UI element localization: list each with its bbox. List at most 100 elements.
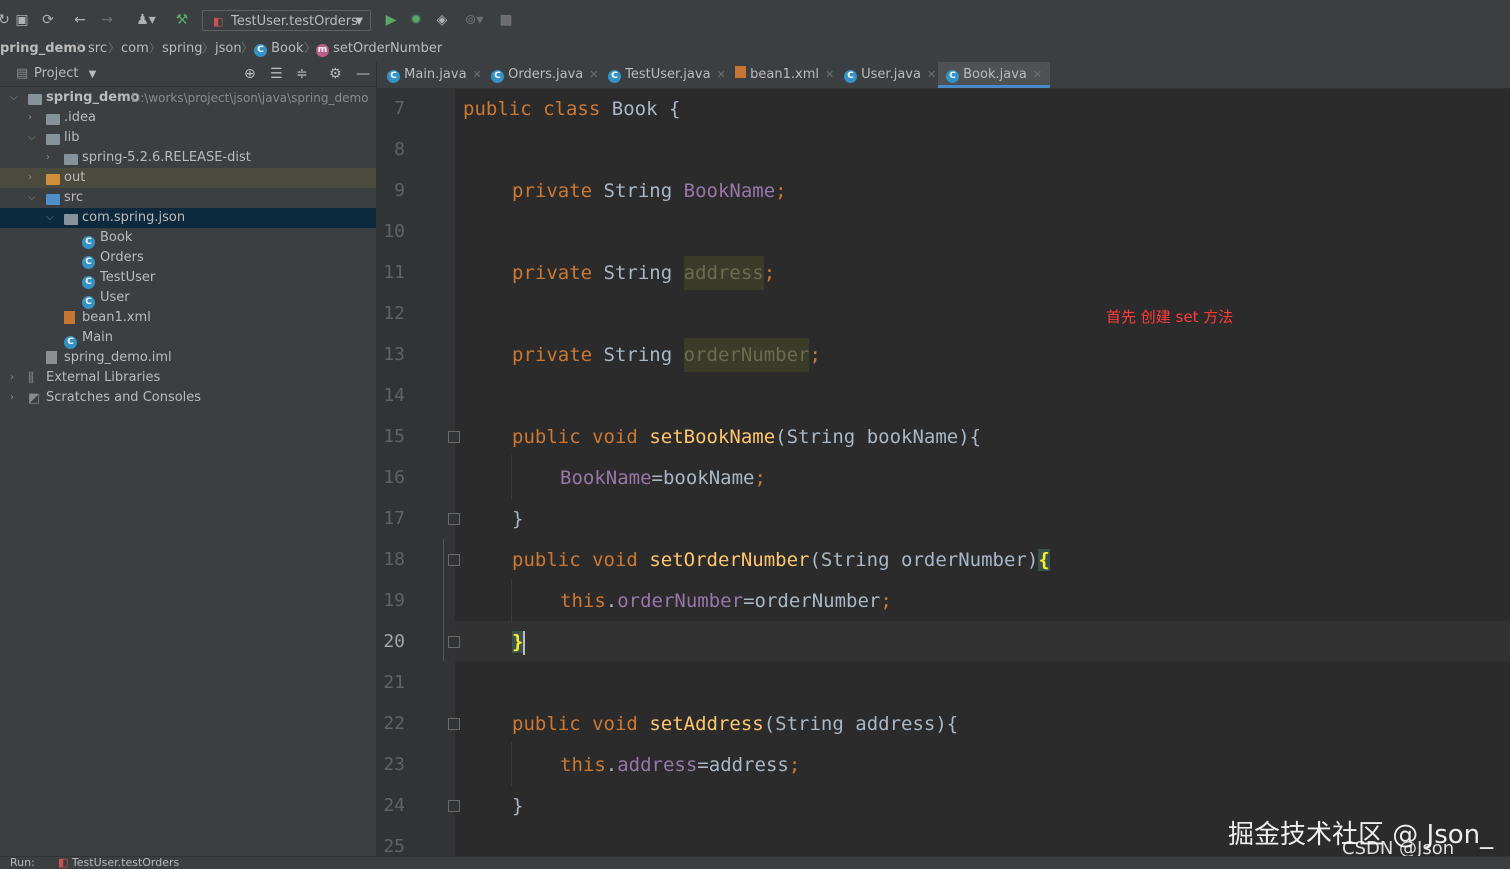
breadcrumb-book[interactable]: C Book: [254, 40, 304, 57]
code-line-15: public void setBookName(String bookName)…: [512, 426, 982, 448]
gear-icon[interactable]: ⚙: [329, 62, 342, 86]
code-editor[interactable]: 7 8 9 10 11 12 13 14 15 16 17 18 19 20 2…: [377, 89, 1510, 857]
collapse-all-icon[interactable]: ≑: [296, 62, 308, 86]
code-line-17: }: [512, 508, 524, 530]
chevron-right-icon: 〉: [304, 41, 317, 55]
tree-item-orders[interactable]: C Orders: [0, 248, 376, 269]
tab-orders-java[interactable]: C Orders.java ✕: [491, 62, 598, 88]
run-config-tab-label: TestUser.testOrders: [71, 856, 180, 869]
tree-item-label: .idea: [64, 110, 96, 125]
breadcrumb-src[interactable]: src: [88, 40, 107, 57]
chevron-right-icon: 〉: [241, 41, 254, 55]
code-line-7: public class Book {: [463, 98, 681, 120]
run-icon[interactable]: ▶: [381, 10, 401, 30]
close-icon[interactable]: ✕: [589, 68, 598, 81]
tree-item-book[interactable]: C Book: [0, 228, 376, 249]
breadcrumb-project[interactable]: pring_demo: [0, 40, 86, 57]
close-icon[interactable]: ✕: [927, 68, 936, 81]
tree-item-iml[interactable]: spring_demo.iml: [0, 348, 376, 368]
line-number: 13: [383, 344, 405, 365]
run-config-tab[interactable]: ◧ TestUser.testOrders: [58, 857, 179, 869]
close-icon[interactable]: ✕: [1033, 68, 1042, 81]
line-number: 25: [383, 836, 405, 857]
text-cursor: [523, 630, 526, 655]
code-line-24: }: [512, 795, 524, 817]
tab-user-java[interactable]: C User.java ✕: [844, 62, 936, 88]
user-dropdown-icon[interactable]: ♟▾: [132, 10, 160, 30]
fold-end-icon[interactable]: [448, 800, 460, 812]
scratches-icon: ◩: [28, 391, 41, 406]
tree-item-scratches[interactable]: › ◩ Scratches and Consoles: [0, 388, 376, 408]
line-number: 21: [383, 672, 405, 693]
back-arrow-icon[interactable]: ←: [70, 10, 90, 30]
profile-dropdown-icon[interactable]: ⊚▾: [458, 10, 490, 30]
breadcrumb-spring[interactable]: spring: [162, 40, 202, 57]
save-icon[interactable]: ▣: [12, 10, 32, 30]
breadcrumb-com[interactable]: com: [121, 40, 149, 57]
tree-item-project-root[interactable]: ⌵ spring_demo D:\works\project\json\java…: [0, 88, 376, 108]
line-number: 17: [383, 508, 405, 529]
tree-item-lib[interactable]: ⌵ lib: [0, 128, 376, 148]
close-icon[interactable]: ✕: [825, 68, 834, 81]
tab-book-java[interactable]: C Book.java ✕: [938, 62, 1051, 88]
close-icon[interactable]: ✕: [717, 68, 726, 81]
line-number: 22: [383, 713, 405, 734]
project-view-dropdown[interactable]: Project ▼: [34, 62, 96, 87]
tree-item-testuser[interactable]: C TestUser: [0, 268, 376, 289]
tree-item-spring-dist[interactable]: › spring-5.2.6.RELEASE-dist: [0, 148, 376, 168]
tree-item-out[interactable]: › out: [0, 168, 376, 188]
tab-bean1-xml[interactable]: bean1.xml ✕: [735, 62, 834, 88]
tab-label: Orders.java: [508, 67, 584, 82]
fold-icon[interactable]: [448, 554, 460, 566]
tab-main-java[interactable]: C Main.java ✕: [387, 62, 482, 88]
tree-item-label: spring_demo.iml: [64, 350, 172, 365]
line-number: 10: [383, 221, 405, 242]
locate-icon[interactable]: ⊕: [244, 62, 256, 86]
hide-panel-icon[interactable]: —: [356, 62, 370, 86]
breadcrumb-json[interactable]: json: [215, 40, 242, 57]
tree-item-path: D:\works\project\json\java\spring_demo: [131, 91, 369, 105]
tree-item-package[interactable]: ⌵ com.spring.json: [0, 208, 376, 228]
modified-marker: [443, 539, 444, 661]
tree-item-label: User: [100, 290, 130, 305]
tab-label: bean1.xml: [750, 67, 819, 82]
class-icon: C: [844, 70, 857, 83]
tree-item-idea[interactable]: › .idea: [0, 108, 376, 128]
fold-icon[interactable]: [448, 718, 460, 730]
tree-item-user[interactable]: C User: [0, 288, 376, 309]
code-line-9: private String BookName;: [512, 180, 787, 202]
breadcrumb-method[interactable]: m setOrderNumber: [316, 40, 442, 57]
fold-end-icon[interactable]: [448, 513, 460, 525]
close-icon[interactable]: ✕: [473, 68, 482, 81]
fold-end-icon[interactable]: [448, 636, 460, 648]
refresh-icon[interactable]: ⟳: [38, 10, 58, 30]
breadcrumb-method-label: setOrderNumber: [333, 41, 443, 56]
tree-item-label: Scratches and Consoles: [46, 390, 202, 405]
fold-icon[interactable]: [448, 431, 460, 443]
chevron-down-icon: ⌵: [28, 132, 36, 143]
code-line-16: BookName=bookName;: [560, 467, 766, 489]
unused-field-highlight: address: [683, 256, 764, 290]
chevron-right-icon: 〉: [149, 41, 162, 55]
tree-item-bean1[interactable]: bean1.xml: [0, 308, 376, 328]
build-hammer-icon[interactable]: ⚒: [172, 10, 192, 30]
project-panel-title: Project: [34, 66, 79, 81]
line-number: 12: [383, 303, 405, 324]
tree-item-label: bean1.xml: [82, 310, 151, 325]
line-number: 23: [383, 754, 405, 775]
tab-testuser-java[interactable]: C TestUser.java ✕: [608, 62, 726, 88]
chevron-down-icon: ▼: [355, 16, 363, 27]
run-config-dropdown[interactable]: ◧ TestUser.testOrders ▼: [202, 10, 371, 31]
indent-guide: [511, 579, 512, 623]
forward-arrow-icon[interactable]: →: [97, 10, 117, 30]
tree-item-src[interactable]: ⌵ src: [0, 188, 376, 208]
debug-bug-icon[interactable]: ✹: [406, 10, 426, 30]
tree-item-main[interactable]: C Main: [0, 328, 376, 349]
tree-item-external-libraries[interactable]: › ⫼ External Libraries: [0, 368, 376, 388]
coverage-icon[interactable]: ◈: [432, 10, 452, 30]
stop-icon[interactable]: ■: [496, 10, 516, 30]
line-number-current: 20: [383, 631, 405, 652]
chevron-right-icon: 〉: [108, 41, 121, 55]
expand-all-icon[interactable]: ☰: [270, 62, 283, 86]
tree-item-label: Orders: [100, 250, 144, 265]
